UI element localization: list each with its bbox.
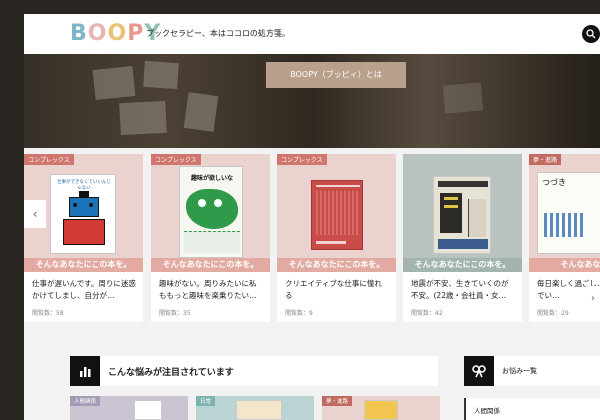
ribbon-icon [464,356,494,386]
book-cover: つづき [537,172,600,254]
category-tag: 人間関係 [70,396,101,406]
about-button[interactable]: BOOPY（ブッピィ）とは [266,62,406,88]
category-tag: 夢・進路 [322,396,353,406]
card-text: 趣味がない。周りみたいに私ももっと趣味を楽乗りたい… [159,279,257,300]
featured-carousel: ‹ 仕事ができなくていいんじゃない コンプレックス そんなあなたにこの本を。 仕… [24,154,600,322]
book-cover: 趣味が欲しいな [179,166,243,258]
card-text: 仕事が遅いんです。周りに迷惑かけてしまし、自分が… [32,279,136,300]
featured-card[interactable]: そんなあなたにこの本を。 地震が不安、生きていくのが不安。(22歳・会社員・女…… [403,154,522,322]
featured-card[interactable]: 仕事ができなくていいんじゃない コンプレックス そんなあなたにこの本を。 仕事が… [24,154,143,322]
search-button[interactable] [582,25,600,43]
trending-card[interactable]: 日常 [196,396,314,420]
trending-card[interactable]: 人間関係 [70,396,188,420]
view-count: 閲覧数：9 [285,310,313,317]
featured-card[interactable]: コンプレックス そんなあなたにこの本を。 クリエイティブな仕事に憧れる 閲覧数：… [277,154,396,322]
hero-banner: BOOPY（ブッピィ）とは [24,54,600,148]
bar-chart-icon [70,356,100,386]
card-text: 地震が不安、生きていくのが不安。(22歳・会社員・女… [411,279,509,300]
card-image [277,154,396,272]
view-count: 閲覧数：42 [411,310,443,317]
card-image: 趣味が欲しいな [151,154,270,272]
section-title: こんな悩みが注目されています [108,368,234,378]
sidebar-header: お悩み一覧 [464,356,600,386]
view-count: 閲覧数：35 [159,310,191,317]
category-tag: コンプレックス [24,154,74,165]
trending-card[interactable]: 夢・進路 [322,396,440,420]
trending-section-header: こんな悩みが注目されています [70,356,438,386]
sidebar-item-relationships[interactable]: 人間関係 [464,398,600,420]
card-banner: そんなあなたにこの本を。 [277,258,396,272]
featured-card[interactable]: 趣味が欲しいな コンプレックス そんなあなたにこの本を。 趣味がない。周りみたい… [151,154,270,322]
sidebar-title: お悩み一覧 [502,367,537,375]
book-title: つづき [542,178,566,187]
logo-letter: O [107,21,128,46]
logo-letter: O [87,21,108,46]
book-cover: 仕事ができなくていいんじゃない [50,174,116,254]
search-icon [586,29,596,39]
book-cover [311,180,363,250]
carousel-prev-button[interactable]: ‹ [24,200,46,228]
sidebar-item-label: 人間関係 [474,407,500,415]
book-title: 仕事ができなくていいんじゃない [57,180,111,191]
category-tag: 日常 [196,396,216,406]
view-count: 閲覧数：58 [32,310,64,317]
card-banner: そんなあなたにこの本を。 [151,258,270,272]
tagline: ブックセラピー、本はココロの処方箋。 [146,29,290,38]
book-title: 趣味が欲しいな [190,175,233,182]
card-text: クリエイティブな仕事に憧れる [285,279,382,300]
category-tag: コンプレックス [277,154,327,165]
view-count: 閲覧数：29 [537,310,569,317]
card-image: つづき [529,154,600,272]
page: BOOPY ブックセラピー、本はココロの処方箋。 BOOPY（ブッピィ）とは ‹… [24,14,600,420]
category-tag: 夢・進路 [529,154,562,165]
card-banner: そんなあなたにこの本を。 [403,258,522,272]
card-banner: そんなあなたに [529,258,600,272]
logo-letter: P [127,21,145,46]
card-banner: そんなあなたにこの本を。 [24,258,143,272]
site-header: BOOPY ブックセラピー、本はココロの処方箋。 [24,14,600,54]
logo-letter: B [70,21,88,46]
category-tag: コンプレックス [151,154,201,165]
book-cover [433,176,491,254]
card-image [403,154,522,272]
carousel-next-button[interactable]: › [586,286,600,312]
